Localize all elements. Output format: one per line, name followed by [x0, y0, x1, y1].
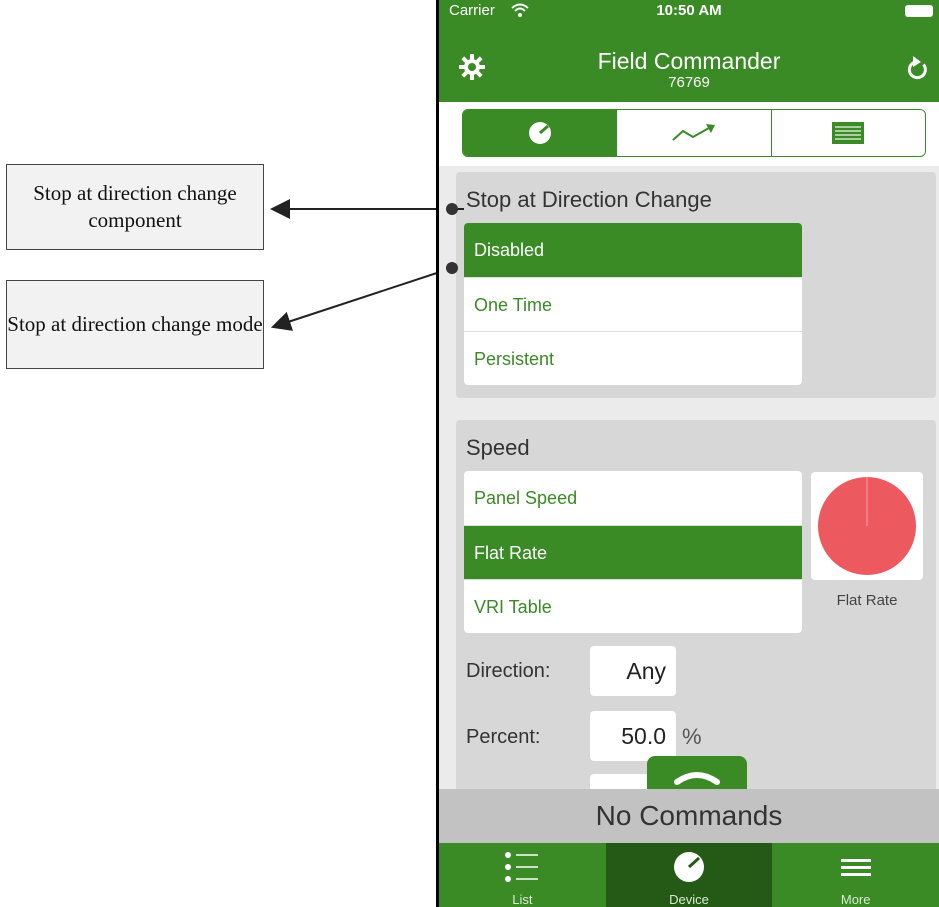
annotation-anchors	[446, 203, 464, 274]
anchor-dot-component	[446, 203, 458, 215]
anchor-dot-mode	[446, 262, 458, 274]
